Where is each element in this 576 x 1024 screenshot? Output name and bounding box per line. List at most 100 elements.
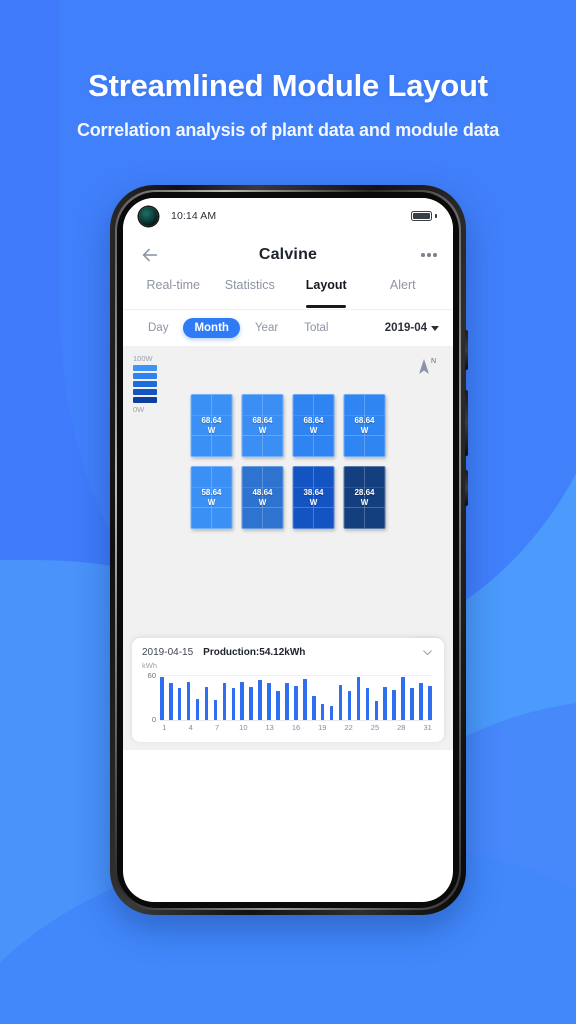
legend-swatch (133, 373, 157, 379)
chart-bar (374, 700, 379, 720)
module-grid: 68.64 W 68.64 W 68.64 W 68.64 W 58.64 W … (190, 394, 386, 529)
tab-alert[interactable]: Alert (365, 276, 442, 309)
battery-icon (411, 211, 433, 221)
more-dot (433, 253, 437, 257)
chart-bar (383, 687, 388, 720)
module-cell[interactable]: 68.64 W (190, 394, 233, 457)
filter-chip-day[interactable]: Day (137, 318, 179, 338)
module-power-value: 68.64 (354, 415, 375, 425)
chart-x-tick-label: 4 (188, 723, 193, 732)
module-cell[interactable]: 28.64 W (343, 466, 386, 529)
chart-bar (285, 683, 289, 720)
more-dot (421, 253, 425, 257)
chart-bar (356, 677, 361, 720)
phone-side-button-top[interactable] (465, 330, 468, 370)
tab-layout[interactable]: Layout (288, 276, 365, 309)
module-row: 58.64 W 48.64 W 38.64 W 28.64 W (190, 466, 386, 529)
production-total: Production:54.12kWh (203, 647, 306, 658)
chart-x-tick-label: 28 (397, 723, 406, 732)
tab-label: Layout (305, 278, 347, 292)
module-power-value: 68.64 (303, 415, 324, 425)
chart-bar (303, 678, 307, 720)
chart-bar (213, 700, 218, 720)
chart-bar (222, 683, 227, 720)
chart-bar (276, 690, 280, 720)
module-power-value: 58.64 (201, 487, 222, 497)
chart-bar (410, 687, 414, 720)
module-cell[interactable]: 58.64 W (190, 466, 233, 529)
tab-real-time[interactable]: Real-time (135, 276, 212, 309)
chart-bar (195, 699, 200, 720)
filter-chip-year[interactable]: Year (244, 318, 289, 338)
chart-bar (338, 684, 343, 720)
module-power-unit: W (309, 425, 318, 435)
tab-label: Alert (389, 278, 416, 292)
main-tab-bar: Real-time Statistics Layout Alert (123, 276, 453, 309)
back-arrow-icon[interactable] (139, 244, 161, 266)
chart-x-tick-label: 7 (214, 723, 220, 732)
north-compass-icon[interactable]: N (413, 354, 439, 380)
tab-statistics[interactable]: Statistics (212, 276, 289, 309)
chart-x-tick-label: 1 (162, 723, 167, 732)
chart-bar (240, 681, 245, 720)
chart-bar (231, 687, 236, 720)
module-row: 68.64 W 68.64 W 68.64 W 68.64 W (190, 394, 386, 457)
production-card-header: 2019-04-15 Production:54.12kWh (142, 646, 434, 659)
module-power-unit: W (309, 497, 318, 507)
punch-hole-camera-icon (139, 206, 158, 226)
filter-chip-total[interactable]: Total (293, 318, 339, 338)
module-power-value: 48.64 (252, 487, 273, 497)
chart-bar (168, 683, 173, 720)
module-cell[interactable]: 68.64 W (292, 394, 335, 457)
chart-x-tick-label: 10 (239, 723, 248, 732)
chart-bar (258, 679, 262, 720)
hero-text-block: Streamlined Module Layout Correlation an… (0, 68, 576, 141)
chart-bar (365, 687, 370, 720)
plant-name-title: Calvine (258, 246, 318, 263)
legend-swatch (133, 397, 157, 403)
chart-y-tick-max: 60 (147, 671, 156, 680)
chart-bar (401, 677, 405, 720)
chart-x-tick-label: 19 (318, 723, 327, 732)
module-power-unit: W (258, 497, 267, 507)
module-power-value: 68.64 (252, 415, 273, 425)
module-cell[interactable]: 48.64 W (241, 466, 284, 529)
module-power-value: 28.64 (354, 487, 375, 497)
caret-down-icon (431, 325, 439, 331)
phone-side-button-mid[interactable] (465, 390, 468, 456)
module-power-unit: W (360, 497, 369, 507)
chevron-down-icon[interactable] (421, 646, 434, 659)
phone-screen: 10:14 AM Calvine Real-time Statistics La… (123, 198, 453, 902)
module-power-unit: W (258, 425, 267, 435)
chart-bar (347, 691, 352, 720)
chart-plot-area (160, 675, 432, 721)
module-cell[interactable]: 68.64 W (241, 394, 284, 457)
chart-bar (392, 689, 396, 720)
filter-chip-month[interactable]: Month (183, 318, 240, 338)
page-title: Streamlined Module Layout (88, 68, 488, 103)
app-nav-bar: Calvine (123, 234, 453, 276)
svg-text:N: N (431, 358, 436, 365)
module-power-unit: W (207, 425, 216, 435)
chart-bar (249, 687, 253, 720)
chart-bar (428, 685, 432, 720)
module-layout-canvas: 100W 0W N 68.64 W 68.64 W 68.64 W 68.64 … (123, 346, 453, 750)
status-bar: 10:14 AM (123, 198, 453, 234)
chart-bar (294, 685, 298, 720)
more-dot (427, 253, 431, 257)
module-cell[interactable]: 38.64 W (292, 466, 335, 529)
more-options-icon[interactable] (415, 253, 437, 257)
battery-fill (413, 213, 431, 219)
chart-x-tick-label: 25 (370, 723, 380, 732)
chart-x-tick-label: 22 (344, 723, 353, 732)
phone-mockup: 10:14 AM Calvine Real-time Statistics La… (110, 185, 468, 915)
module-power-value: 68.64 (201, 415, 222, 425)
module-cell[interactable]: 68.64 W (343, 394, 386, 457)
legend-min-label: 0W (133, 405, 145, 414)
phone-side-button-bottom[interactable] (465, 470, 468, 506)
date-selector[interactable]: 2019-04 (385, 322, 439, 334)
production-chart-card: 2019-04-15 Production:54.12kWh kWh 60 0 (132, 638, 444, 742)
power-legend: 100W 0W (133, 354, 157, 414)
chart-bar (329, 706, 334, 720)
legend-swatch (133, 365, 157, 371)
